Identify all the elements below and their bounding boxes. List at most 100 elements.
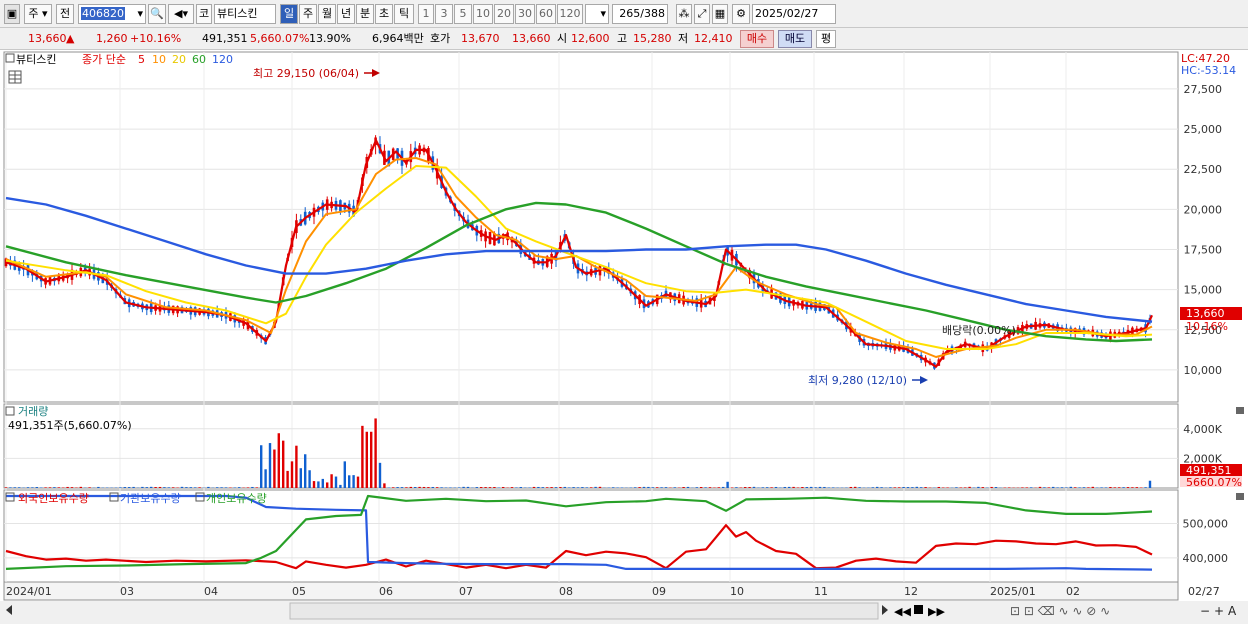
volume-bar [511, 487, 513, 488]
legend-institution: 기관보유수량 [120, 492, 181, 505]
volume-bar [264, 469, 266, 488]
volume-bar [990, 487, 992, 488]
chart-area[interactable]: 27,50025,00022,50020,00017,50015,00012,5… [0, 50, 1248, 621]
volume-panel-close-icon[interactable] [1236, 407, 1244, 414]
sell-button[interactable]: 매도 [778, 30, 812, 48]
volume-bar [396, 487, 398, 488]
nav-stop-icon[interactable] [914, 605, 923, 614]
legend-stock-name: 뷰티스킨 [16, 53, 56, 66]
holding-panel-close-icon[interactable] [1236, 493, 1244, 500]
market-select[interactable]: 주 ▾ [24, 4, 52, 24]
period-week[interactable]: 주 [299, 4, 317, 24]
crosshair-icon[interactable]: ⤢ [694, 4, 710, 24]
period-day[interactable]: 일 [280, 4, 298, 24]
volume-tick-label: 4,000K [1183, 423, 1222, 436]
volume-bar [247, 487, 249, 488]
speaker-icon[interactable]: ◀▾ [168, 4, 194, 24]
volume-bar [687, 487, 689, 488]
volume-bar [797, 487, 799, 488]
interval-custom-select[interactable]: ▾ [585, 4, 609, 24]
volume-bar [392, 487, 394, 488]
volume-bar [1144, 487, 1146, 488]
volume-bar [260, 445, 262, 488]
volume-bar [322, 479, 324, 488]
volume-bar [806, 487, 808, 488]
window-menu-icon[interactable]: ▣ [4, 4, 20, 24]
zoom-minus-icon[interactable]: − [1200, 604, 1210, 618]
font-size-icon[interactable]: A [1228, 604, 1237, 618]
volume-bar [220, 487, 222, 488]
volume-bar [1100, 487, 1102, 488]
volume-bar [586, 487, 588, 488]
volume-bar [141, 487, 143, 488]
volume-bar [1109, 487, 1111, 488]
nav-first-icon[interactable]: ◀◀ [894, 605, 911, 618]
interval-5[interactable]: 5 [454, 4, 472, 24]
volume-bar [726, 482, 728, 488]
volume-bar [612, 487, 614, 488]
volume-bar [854, 487, 856, 488]
volume-bar [1030, 487, 1032, 488]
volume-bar [291, 461, 293, 488]
interval-10[interactable]: 10 [473, 4, 493, 24]
volume-bar [357, 477, 359, 488]
period-minute[interactable]: 분 [356, 4, 374, 24]
save-icon[interactable]: ▦ [712, 4, 728, 24]
volume-bar [858, 487, 860, 488]
period-second[interactable]: 초 [375, 4, 393, 24]
volume-bar [599, 487, 601, 488]
price-panel-frame [4, 52, 1178, 402]
period-month[interactable]: 월 [318, 4, 336, 24]
zoom-tools-icon[interactable]: ⊡ ⊡ ⌫ ∿ ∿ ⊘ ∿ [1010, 604, 1110, 618]
search-icon[interactable]: 🔍 [148, 4, 166, 24]
gear-icon[interactable]: ⚙ [732, 4, 750, 24]
stock-chart[interactable]: 27,50025,00022,50020,00017,50015,00012,5… [0, 50, 1248, 621]
interval-120[interactable]: 120 [557, 4, 583, 24]
volume-bar [898, 487, 900, 488]
volume-bar [819, 487, 821, 488]
volume-bar [238, 487, 240, 488]
zoom-plus-icon[interactable]: + [1214, 604, 1224, 618]
flat-button[interactable]: 평 [816, 30, 836, 48]
date-field[interactable]: 2025/02/27 [752, 4, 836, 24]
volume-bar [383, 483, 385, 488]
type-button[interactable]: 전 [56, 4, 74, 24]
volume-bar [335, 477, 337, 488]
volume-bar [731, 487, 733, 488]
interval-20[interactable]: 20 [494, 4, 514, 24]
volume-bar [484, 487, 486, 488]
volume-bar [476, 487, 478, 488]
volume-bar [9, 487, 11, 488]
code-input[interactable]: 406820 ▾ [78, 4, 146, 24]
volume-bar [1065, 487, 1067, 488]
scroll-thumb[interactable] [290, 603, 878, 619]
volume-bar [696, 487, 698, 488]
volume-bar [432, 487, 434, 488]
volume-bar [801, 487, 803, 488]
volume-bar [27, 487, 29, 488]
period-year[interactable]: 년 [337, 4, 355, 24]
period-tick[interactable]: 틱 [394, 4, 414, 24]
volume-bar [44, 487, 46, 488]
volume-bar [572, 487, 574, 488]
interval-1[interactable]: 1 [418, 4, 434, 24]
nav-last-icon[interactable]: ▶▶ [928, 605, 945, 618]
grid-icon[interactable]: ⁂ [676, 4, 692, 24]
count-field[interactable]: 265/388 [612, 4, 668, 24]
volume-bar [621, 487, 623, 488]
volume-bar [1039, 487, 1041, 488]
legend-ma120: 120 [212, 53, 233, 66]
volume-bar [40, 487, 42, 488]
volume-bar [458, 487, 460, 488]
interval-30[interactable]: 30 [515, 4, 535, 24]
volume-bar [308, 470, 310, 488]
change-percent: +10.16% [130, 31, 181, 47]
volume-bar [735, 487, 737, 488]
volume-bar [520, 487, 522, 488]
interval-3[interactable]: 3 [435, 4, 453, 24]
interval-60[interactable]: 60 [536, 4, 556, 24]
buy-button[interactable]: 매수 [740, 30, 774, 48]
volume-bar [995, 487, 997, 488]
volume-bar [339, 485, 341, 488]
volume-bar [1127, 487, 1129, 488]
